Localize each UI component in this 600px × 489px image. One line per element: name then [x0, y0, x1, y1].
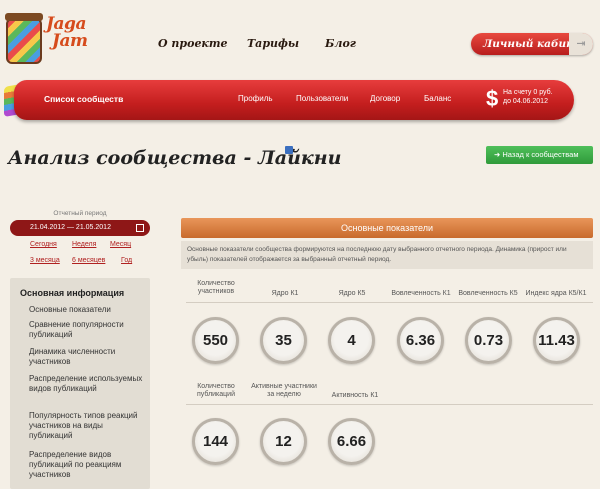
metric-label: Ядро К1 [271, 290, 299, 297]
nav-blog[interactable]: Блог [325, 37, 356, 50]
sidebar-item-popularity-comparison[interactable]: Сравнение популярности публикаций [29, 320, 147, 340]
nav-profile[interactable]: Профиль [238, 94, 273, 103]
logo[interactable]: Jaga Jam [5, 13, 98, 64]
metric-label: Индекс ядра К5/К1 [525, 290, 587, 297]
sidebar-item-main-metrics[interactable]: Основные показатели [29, 305, 147, 315]
back-to-communities-button[interactable]: ➜ Назад к сообществам [486, 146, 593, 164]
nav-contract[interactable]: Договор [370, 94, 400, 103]
metric-value-core-k5: 4 [328, 317, 375, 364]
divider [186, 302, 593, 303]
divider [186, 404, 593, 405]
sidebar-item-member-dynamics[interactable]: Динамика численности участников [29, 347, 147, 367]
metric-label: Активные участники за неделю [251, 383, 317, 398]
info-text: Основные показатели сообщества формируют… [181, 241, 593, 269]
period-week[interactable]: Неделя [72, 241, 96, 248]
metric-value-engagement-k5: 0.73 [465, 317, 512, 364]
sidebar: Основная информация Основные показатели … [10, 278, 150, 489]
sidebar-heading: Основная информация [20, 288, 125, 298]
logout-icon[interactable]: ⇥ [569, 33, 593, 55]
metric-value-active-weekly: 12 [260, 418, 307, 465]
main-nav-ribbon: Список сообществ Профиль Пользователи До… [14, 80, 574, 120]
nav-about[interactable]: О проекте [158, 37, 228, 50]
metric-label: Ядро К5 [338, 290, 366, 297]
nav-balance[interactable]: Баланс [424, 94, 451, 103]
personal-cabinet-button[interactable]: Личный кабинет ⇥ [471, 33, 593, 55]
dollar-icon: $ [486, 86, 499, 111]
metric-value-core-index: 11.43 [533, 317, 580, 364]
period-6-months[interactable]: 6 месяцев [72, 257, 105, 264]
period-range-selector[interactable]: 21.04.2012 — 21.05.2012 [10, 220, 150, 236]
metric-value-activity-k1: 6.66 [328, 418, 375, 465]
nav-tariffs[interactable]: Тарифы [247, 37, 299, 50]
metric-label: Количество публикаций [197, 383, 235, 398]
metric-label: Количество участников [197, 280, 235, 295]
sidebar-item-reaction-popularity[interactable]: Популярность типов реакций участников на… [29, 411, 147, 441]
metric-label: Вовлеченность К5 [458, 290, 518, 297]
brand-name: Jaga Jam [46, 14, 88, 51]
metric-value-engagement-k1: 6.36 [397, 317, 444, 364]
account-balance: На счету 0 руб. до 04.06.2012 [503, 89, 553, 105]
nav-users[interactable]: Пользователи [296, 94, 348, 103]
arrow-left-icon: ➜ [494, 150, 501, 159]
period-year[interactable]: Год [121, 257, 132, 264]
sidebar-item-publication-types[interactable]: Распределение используемых видов публика… [29, 374, 147, 394]
period-3-months[interactable]: 3 месяца [30, 257, 60, 264]
period-month[interactable]: Месяц [110, 241, 131, 248]
social-network-icon[interactable] [285, 146, 293, 154]
period-today[interactable]: Сегодня [30, 241, 57, 248]
period-label: Отчетный период [53, 210, 107, 217]
calendar-icon[interactable] [136, 224, 144, 232]
jam-jar-icon [5, 13, 43, 64]
section-title: Основные показатели [181, 218, 593, 238]
metric-value-core-k1: 35 [260, 317, 307, 364]
metric-value-publications: 144 [192, 418, 239, 465]
metric-value-members: 550 [192, 317, 239, 364]
nav-community-list[interactable]: Список сообществ [44, 94, 123, 104]
metric-label: Вовлеченность К1 [391, 290, 451, 297]
sidebar-item-publication-distribution[interactable]: Распределение видов публикаций по реакци… [29, 450, 147, 480]
metric-label: Активность К1 [331, 392, 379, 399]
